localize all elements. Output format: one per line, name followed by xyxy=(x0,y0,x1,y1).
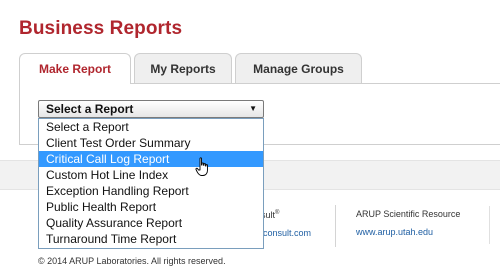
tab-label: Manage Groups xyxy=(253,61,344,76)
report-option[interactable]: Exception Handling Report xyxy=(39,183,263,199)
report-option[interactable]: Quality Assurance Report xyxy=(39,215,263,231)
page-title: Business Reports xyxy=(19,18,183,39)
tab-label: Make Report xyxy=(38,62,112,76)
report-option[interactable]: Public Health Report xyxy=(39,199,263,215)
footer-link[interactable]: consult.com xyxy=(263,228,311,238)
report-select-value: Select a Report xyxy=(46,102,134,116)
report-option[interactable]: Turnaround Time Report xyxy=(39,231,263,247)
report-option[interactable]: Client Test Order Summary xyxy=(39,135,263,151)
tab-manage-groups[interactable]: Manage Groups xyxy=(235,53,362,83)
footer-divider xyxy=(489,206,490,244)
report-option[interactable]: Select a Report xyxy=(39,119,263,135)
triangle-down-icon: ▼ xyxy=(249,104,257,113)
hand-pointer-icon xyxy=(195,157,208,176)
copyright: © 2014 ARUP Laboratories. All rights res… xyxy=(38,256,226,266)
report-options-list: Select a Report Client Test Order Summar… xyxy=(38,118,264,249)
report-select[interactable]: Select a Report ▼ xyxy=(38,100,264,118)
report-option-highlighted[interactable]: Critical Call Log Report xyxy=(39,151,263,167)
resource-title: ARUP Scientific Resource xyxy=(356,209,461,219)
tab-label: My Reports xyxy=(150,61,216,76)
report-option[interactable]: Custom Hot Line Index xyxy=(39,167,263,183)
tab-my-reports[interactable]: My Reports xyxy=(134,53,232,83)
footer-divider xyxy=(335,205,336,247)
resource-link[interactable]: www.arup.utah.edu xyxy=(356,227,433,237)
tab-make-report[interactable]: Make Report xyxy=(19,53,131,84)
